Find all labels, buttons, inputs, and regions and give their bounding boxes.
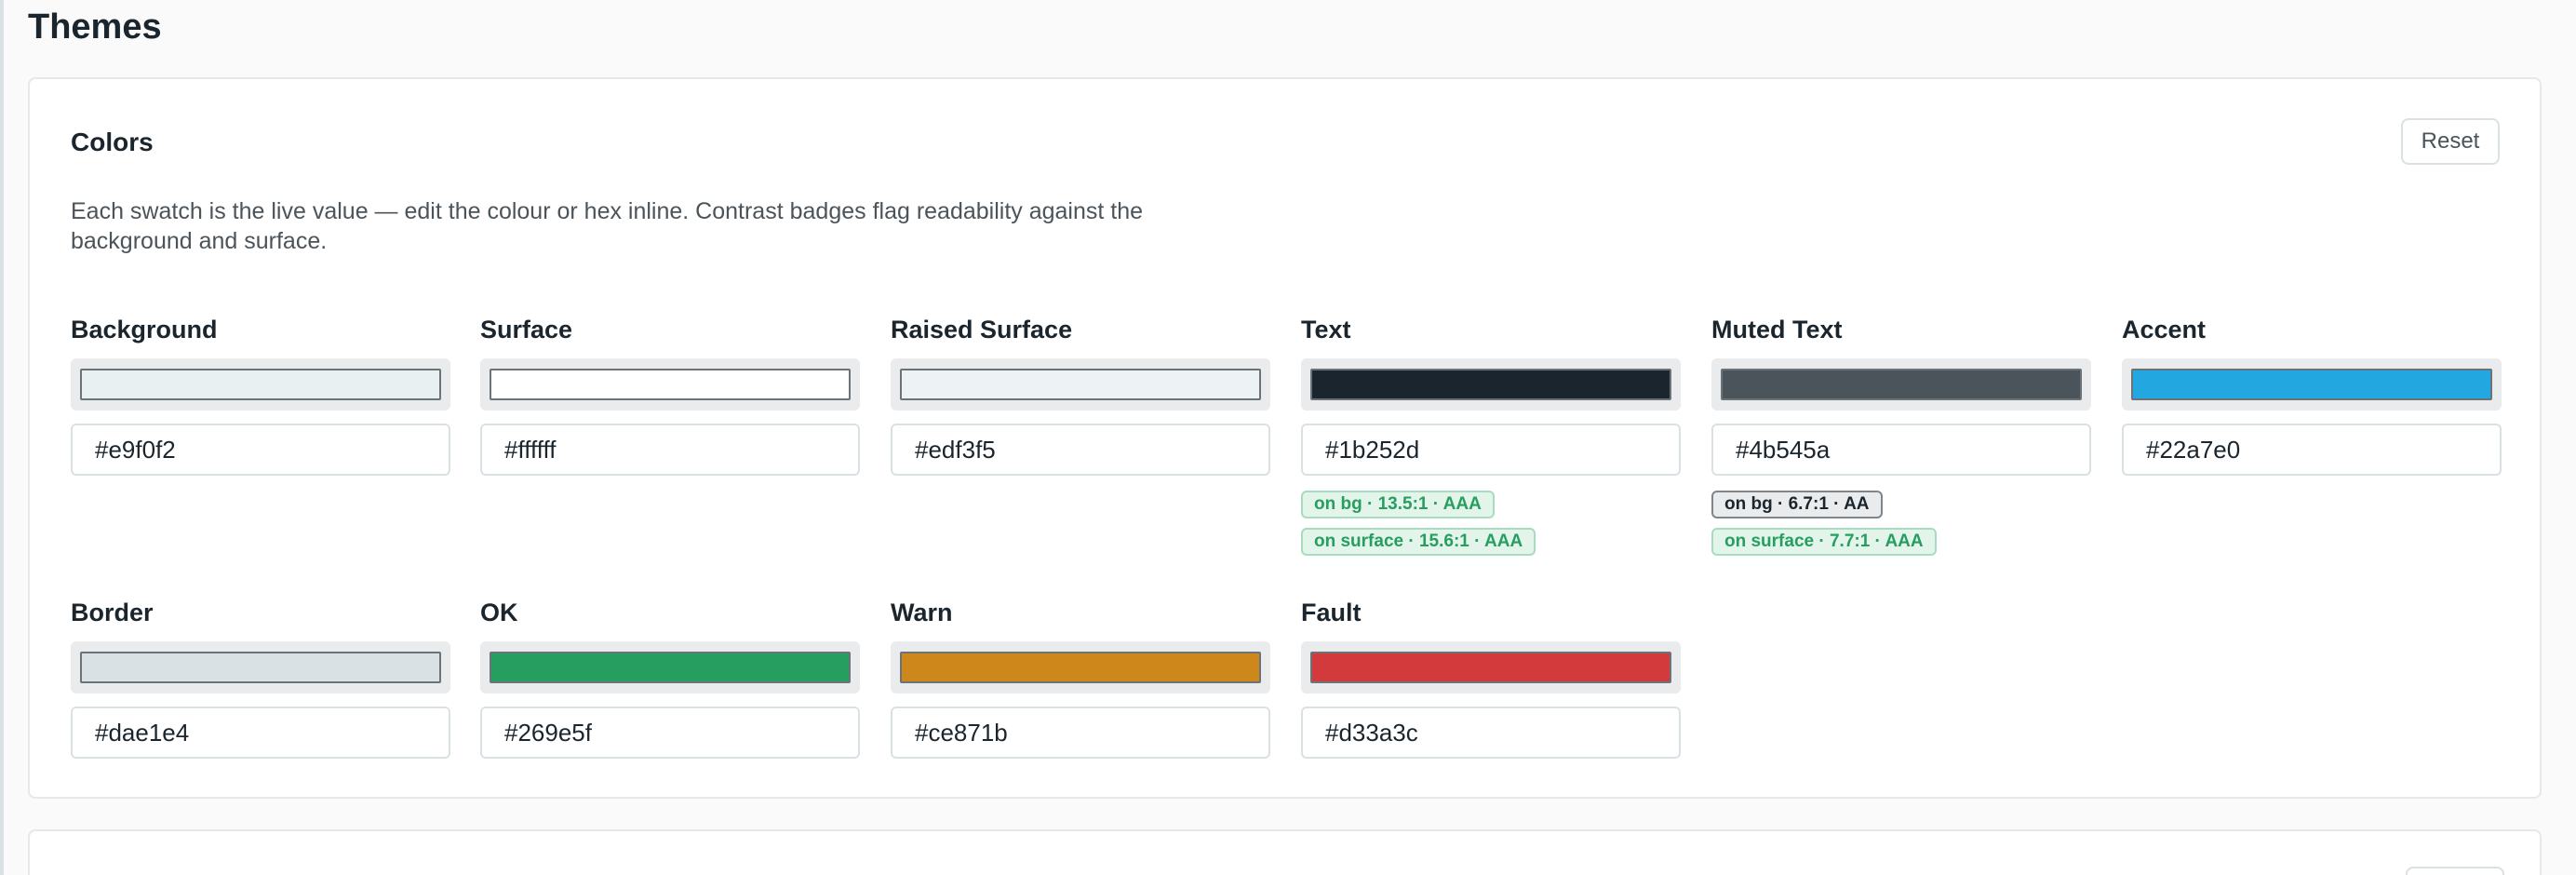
color-label: Background [71,316,218,343]
hex-input[interactable] [71,707,450,759]
colors-card: Colors Reset Each swatch is the live val… [28,77,2542,799]
color-label: Border [71,599,154,626]
color-field-accent: Accent [2122,314,2502,476]
color-label: OK [480,599,518,626]
color-field-surface: Surface [480,314,860,476]
color-swatch-picker[interactable] [891,358,1270,411]
color-swatch [80,369,441,400]
color-label: Warn [891,599,953,626]
color-label: Text [1301,316,1351,343]
color-field-ok: OK [480,597,860,759]
color-swatch [900,369,1261,400]
color-swatch-picker[interactable] [1711,358,2091,411]
color-label: Muted Text [1711,316,1843,343]
color-field-background: Background [71,314,450,476]
color-swatch-picker[interactable] [480,641,860,693]
hex-input[interactable] [480,707,860,759]
hex-input[interactable] [71,424,450,476]
color-label: Surface [480,316,573,343]
hex-input[interactable] [1711,424,2091,476]
contrast-badges: on bg · 13.5:1 · AAA on surface · 15.6:1… [1301,491,1536,565]
hex-input[interactable] [480,424,860,476]
color-field-raised-surface: Raised Surface [891,314,1270,476]
reset-button[interactable]: Reset [2401,118,2500,165]
hex-input[interactable] [1301,424,1681,476]
hex-input[interactable] [2122,424,2502,476]
color-swatch [900,652,1261,683]
themes-page: Themes Colors Reset Each swatch is the l… [0,0,2576,875]
color-field-border: Border [71,597,450,759]
color-swatch [490,652,851,683]
color-field-warn: Warn [891,597,1270,759]
contrast-badge: on surface · 15.6:1 · AAA [1301,528,1536,556]
colors-card-title: Colors [71,128,154,156]
color-swatch-picker[interactable] [1301,641,1681,693]
color-swatch-picker[interactable] [71,641,450,693]
color-swatch-picker[interactable] [2122,358,2502,411]
color-field-muted-text: Muted Text on bg · 6.7:1 · AA on surface… [1711,314,2091,556]
color-swatch [1721,369,2082,400]
color-swatch-picker[interactable] [891,641,1270,693]
color-swatch [1310,652,1671,683]
color-swatch-picker[interactable] [1301,358,1681,411]
next-card-button[interactable] [2406,867,2504,875]
color-label: Accent [2122,316,2207,343]
hex-input[interactable] [891,424,1270,476]
color-swatch [490,369,851,400]
page-title: Themes [28,7,162,47]
color-swatch [1310,369,1671,400]
color-swatch-picker[interactable] [480,358,860,411]
hex-input[interactable] [1301,707,1681,759]
hex-input[interactable] [891,707,1270,759]
color-swatch [80,652,441,683]
contrast-badge: on bg · 13.5:1 · AAA [1301,491,1495,518]
color-field-fault: Fault [1301,597,1681,759]
color-swatch-picker[interactable] [71,358,450,411]
color-label: Raised Surface [891,316,1073,343]
color-swatch [2131,369,2492,400]
colors-description: Each swatch is the live value — edit the… [71,198,1144,254]
next-settings-card [28,829,2542,875]
contrast-badges: on bg · 6.7:1 · AA on surface · 7.7:1 · … [1711,491,1937,565]
color-field-text: Text on bg · 13.5:1 · AAA on surface · 1… [1301,314,1681,556]
contrast-badge: on surface · 7.7:1 · AAA [1711,528,1937,556]
color-label: Fault [1301,599,1362,626]
contrast-badge: on bg · 6.7:1 · AA [1711,491,1883,518]
